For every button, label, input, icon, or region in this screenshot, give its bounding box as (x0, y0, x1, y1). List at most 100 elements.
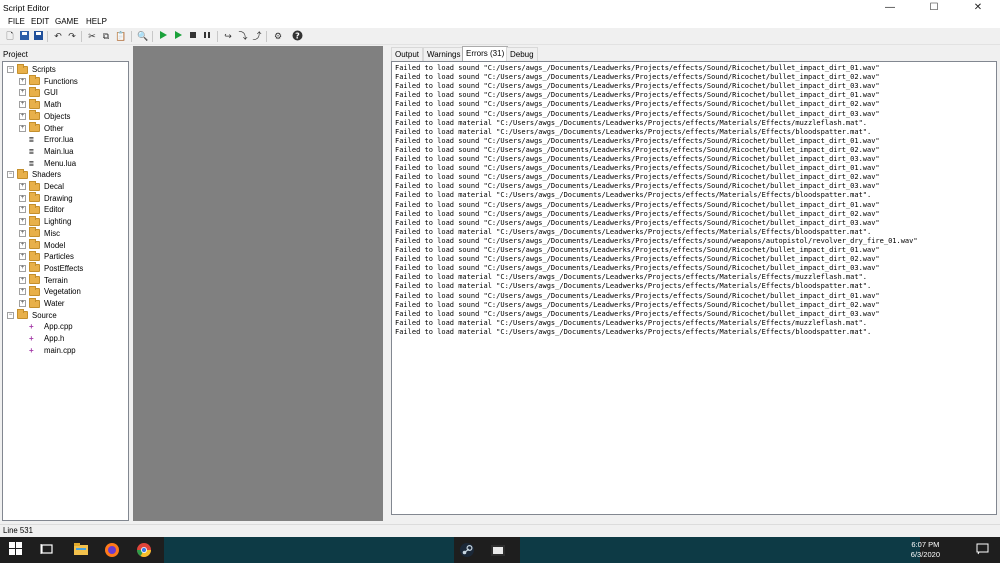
svg-text:?: ? (295, 32, 300, 41)
firefox-icon[interactable] (104, 542, 120, 558)
tree-item-posteffects[interactable]: + PostEffects (19, 262, 83, 274)
expand-icon[interactable]: + (19, 288, 26, 296)
cut-icon[interactable]: ✂ (86, 30, 98, 42)
log-line: Failed to load sound "C:/Users/awgs_/Doc… (395, 255, 880, 264)
stop-icon[interactable] (187, 30, 199, 42)
copy-icon[interactable]: ⧉ (100, 30, 112, 42)
tab-warnings[interactable]: Warnings (423, 47, 465, 61)
windows-start-icon[interactable] (9, 542, 25, 558)
menu-bar: FILE EDIT GAME HELP (0, 16, 1000, 28)
tree-item-app-h[interactable]: + App.h (19, 333, 64, 344)
expand-icon[interactable]: + (19, 124, 26, 132)
debug-run-icon[interactable] (172, 30, 184, 42)
undo-icon[interactable]: ↶ (52, 30, 64, 42)
tree-item-lighting[interactable]: + Lighting (19, 215, 71, 227)
close-button[interactable]: ✕ (956, 0, 1000, 16)
save-all-icon[interactable] (18, 30, 30, 42)
folder-icon (29, 262, 40, 273)
cpp-file-icon: + (29, 334, 34, 344)
save-icon[interactable] (32, 30, 44, 42)
tree-item-particles[interactable]: + Particles (19, 250, 74, 262)
cpp-file-icon: + (29, 345, 34, 355)
paste-icon[interactable]: 📋 (115, 30, 127, 42)
tree-item-main-cpp[interactable]: + main.cpp (19, 345, 76, 356)
tree-item-gui[interactable]: + GUI (19, 86, 58, 98)
expand-icon[interactable]: + (19, 89, 26, 97)
expand-icon[interactable]: + (19, 77, 26, 85)
expand-icon[interactable]: + (19, 206, 26, 214)
tree-item-label: Math (44, 100, 62, 110)
help-icon[interactable]: ? (291, 30, 303, 42)
collapse-icon[interactable]: − (7, 66, 14, 73)
step-over-icon[interactable]: ↪ (222, 30, 234, 42)
tree-item-label: Drawing (44, 193, 73, 203)
status-bar: Line 531 (0, 524, 1000, 537)
tree-item-label: Vegetation (44, 287, 81, 297)
tree-item-vegetation[interactable]: + Vegetation (19, 285, 81, 297)
run-icon[interactable] (157, 30, 169, 42)
tree-item-objects[interactable]: + Objects (19, 110, 71, 122)
expand-icon[interactable]: + (19, 300, 26, 307)
chrome-icon[interactable] (136, 542, 152, 558)
pause-icon[interactable] (201, 30, 213, 42)
tree-item-other[interactable]: + Other (19, 122, 64, 134)
expand-icon[interactable]: + (19, 218, 26, 226)
tree-item-menu-lua[interactable]: ≣ Menu.lua (19, 158, 76, 169)
editor-area[interactable] (133, 46, 383, 521)
redo-icon[interactable]: ↷ (66, 30, 78, 42)
menu-edit[interactable]: EDIT (31, 17, 49, 26)
project-tree[interactable]: − Scripts + Functions + GUI + Math + Objects + Othe… (2, 61, 129, 521)
expand-icon[interactable]: + (19, 253, 26, 261)
step-into-icon[interactable]: ⤵ (237, 30, 249, 42)
menu-help[interactable]: HELP (86, 17, 107, 26)
tree-item-error-lua[interactable]: ≣ Error.lua (19, 134, 73, 145)
error-log[interactable]: Failed to load sound "C:/Users/awgs_/Doc… (391, 61, 997, 515)
collapse-icon[interactable]: − (7, 171, 14, 179)
menu-file[interactable]: FILE (8, 17, 25, 26)
leadwerks-icon[interactable] (490, 542, 506, 558)
expand-icon[interactable]: + (19, 101, 26, 109)
tree-item-model[interactable]: + Model (19, 239, 65, 251)
tree-item-misc[interactable]: + Misc (19, 227, 61, 239)
system-clock[interactable]: 6:07 PM 6/3/2020 (911, 540, 940, 560)
task-view-icon[interactable] (40, 542, 56, 558)
tab-debug[interactable]: Debug (506, 47, 538, 61)
tree-item-label: Functions (44, 76, 78, 86)
tree-item-drawing[interactable]: + Drawing (19, 192, 73, 204)
minimize-button[interactable]: — (868, 0, 912, 16)
tree-item-scripts[interactable]: − Scripts (7, 63, 56, 75)
tree-item-app-cpp[interactable]: + App.cpp (19, 321, 73, 332)
expand-icon[interactable]: + (19, 241, 26, 249)
steam-icon[interactable] (459, 542, 475, 558)
expand-icon[interactable]: + (19, 264, 26, 272)
tree-item-source[interactable]: − Source (7, 309, 57, 321)
tree-item-label: main.cpp (44, 345, 76, 355)
tree-item-water[interactable]: + Water (19, 297, 65, 309)
tree-item-math[interactable]: + Math (19, 98, 62, 110)
file-explorer-icon[interactable] (73, 542, 89, 558)
menu-game[interactable]: GAME (55, 17, 79, 26)
tree-item-editor[interactable]: + Editor (19, 203, 64, 215)
tree-item-terrain[interactable]: + Terrain (19, 274, 68, 286)
tab-errors[interactable]: Errors (31) (462, 46, 509, 61)
tree-item-label: Misc (44, 228, 61, 238)
notifications-icon[interactable] (976, 542, 992, 558)
tab-output[interactable]: Output (391, 47, 424, 61)
step-out-icon[interactable]: ⤴ (251, 30, 263, 42)
new-file-icon[interactable]: 🗋 (4, 30, 16, 42)
find-icon[interactable]: 🔍 (137, 30, 149, 42)
tree-item-functions[interactable]: + Functions (19, 75, 78, 87)
expand-icon[interactable]: + (19, 183, 26, 190)
tree-item-label: Objects (44, 111, 71, 121)
expand-icon[interactable]: + (19, 112, 26, 120)
expand-icon[interactable]: + (19, 229, 26, 237)
settings-icon[interactable]: ⚙ (272, 30, 284, 42)
maximize-button[interactable]: ☐ (912, 0, 956, 16)
tree-item-shaders[interactable]: − Shaders (7, 168, 61, 180)
tree-item-decal[interactable]: + Decal (19, 180, 64, 192)
collapse-icon[interactable]: − (7, 311, 14, 319)
expand-icon[interactable]: + (19, 194, 26, 202)
expand-icon[interactable]: + (19, 276, 26, 284)
tree-item-main-lua[interactable]: ≣ Main.lua (19, 146, 73, 157)
folder-icon (17, 309, 28, 320)
